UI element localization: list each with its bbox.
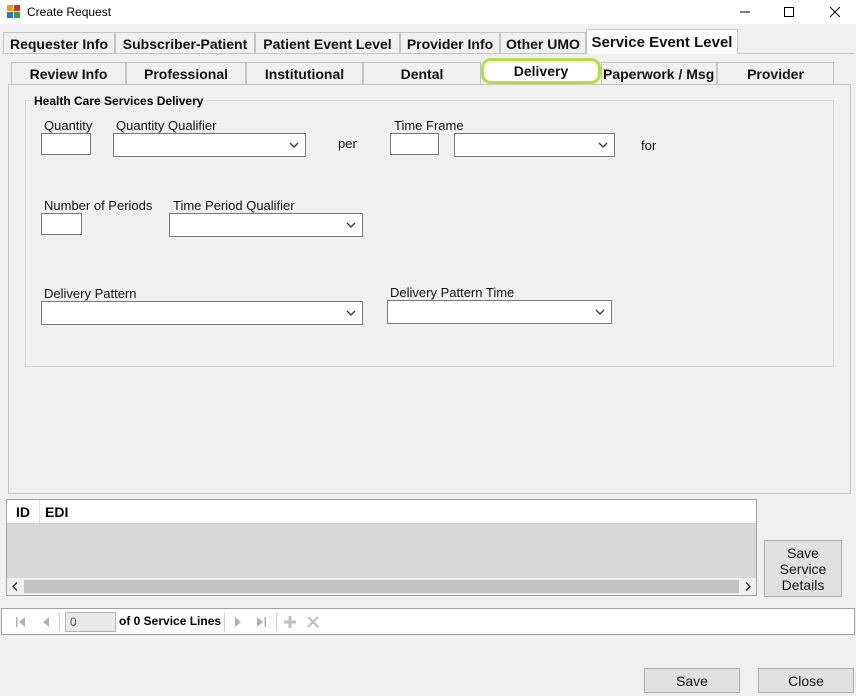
add-icon[interactable]	[283, 615, 297, 629]
number-of-periods-label: Number of Periods	[44, 198, 153, 213]
column-header-id[interactable]: ID	[16, 504, 30, 520]
for-label: for	[641, 138, 657, 153]
first-record-icon[interactable]	[15, 616, 27, 628]
minimize-icon	[740, 11, 750, 13]
position-input[interactable]: 0	[65, 612, 116, 632]
delivery-pattern-time-select[interactable]	[387, 300, 612, 324]
delete-icon[interactable]	[306, 615, 320, 629]
next-record-icon[interactable]	[232, 616, 244, 628]
tab-patient-event-level[interactable]: Patient Event Level	[255, 32, 400, 54]
chevron-down-icon	[595, 309, 605, 315]
grid-header: ID EDI	[7, 500, 756, 524]
last-record-icon[interactable]	[255, 616, 267, 628]
chevron-down-icon	[289, 142, 299, 148]
time-period-qualifier-label: Time Period Qualifier	[173, 198, 295, 213]
column-header-edi[interactable]: EDI	[45, 504, 68, 520]
quantity-label: Quantity	[44, 118, 93, 133]
scrollbar-thumb[interactable]	[24, 580, 739, 593]
chevron-down-icon	[346, 222, 356, 228]
tab-provider[interactable]: Provider	[717, 62, 834, 84]
nav-separator	[59, 613, 60, 631]
previous-record-icon[interactable]	[40, 616, 52, 628]
tab-institutional[interactable]: Institutional	[246, 62, 363, 84]
maximize-button[interactable]	[766, 0, 812, 24]
service-lines-grid[interactable]: ID EDI	[6, 499, 757, 596]
quantity-qualifier-select[interactable]	[113, 133, 306, 157]
title-bar: Create Request	[0, 0, 856, 24]
horizontal-scrollbar[interactable]	[7, 578, 756, 595]
scroll-left-icon[interactable]	[11, 582, 19, 591]
delivery-pattern-select[interactable]	[41, 301, 363, 325]
minimize-button[interactable]	[722, 0, 768, 24]
column-divider	[39, 500, 40, 523]
save-button[interactable]: Save	[644, 668, 740, 693]
number-of-periods-input[interactable]	[41, 213, 82, 235]
close-icon	[830, 7, 840, 17]
tab-service-event-level[interactable]: Service Event Level	[586, 29, 738, 54]
delivery-pattern-label: Delivery Pattern	[44, 286, 137, 301]
time-frame-input[interactable]	[390, 133, 439, 155]
chevron-down-icon	[346, 310, 356, 316]
maximize-icon	[784, 7, 794, 17]
per-label: per	[338, 136, 357, 151]
tab-subscriber-patient[interactable]: Subscriber-Patient	[115, 32, 255, 54]
tab-other-umo[interactable]: Other UMO	[500, 32, 586, 54]
nav-separator	[276, 613, 277, 631]
quantity-qualifier-label: Quantity Qualifier	[116, 118, 217, 133]
tab-dental[interactable]: Dental	[363, 62, 481, 84]
record-count-label: of 0 Service Lines	[119, 614, 222, 628]
quantity-input[interactable]	[41, 133, 91, 155]
app-icon	[7, 5, 20, 18]
tab-review-info[interactable]: Review Info	[11, 62, 126, 84]
tab-professional[interactable]: Professional	[126, 62, 246, 84]
tab-requester-info[interactable]: Requester Info	[3, 32, 115, 54]
time-frame-label: Time Frame	[394, 118, 464, 133]
close-window-button[interactable]	[812, 0, 856, 24]
tab-paperwork-msg[interactable]: Paperwork / Msg	[601, 62, 717, 84]
tab-provider-info[interactable]: Provider Info	[400, 32, 500, 54]
scroll-right-icon[interactable]	[744, 582, 752, 591]
time-period-qualifier-select[interactable]	[169, 213, 363, 237]
chevron-down-icon	[598, 142, 608, 148]
group-title: Health Care Services Delivery	[31, 94, 207, 108]
delivery-pattern-time-label: Delivery Pattern Time	[390, 285, 515, 300]
record-navigator: 0 of 0 Service Lines	[1, 608, 855, 635]
tab-delivery[interactable]: Delivery	[481, 58, 601, 84]
time-frame-unit-select[interactable]	[454, 133, 615, 157]
close-button[interactable]: Close	[758, 668, 854, 693]
save-service-details-button[interactable]: Save Service Details	[764, 540, 842, 597]
nav-separator	[224, 613, 225, 631]
window-title: Create Request	[27, 5, 112, 19]
